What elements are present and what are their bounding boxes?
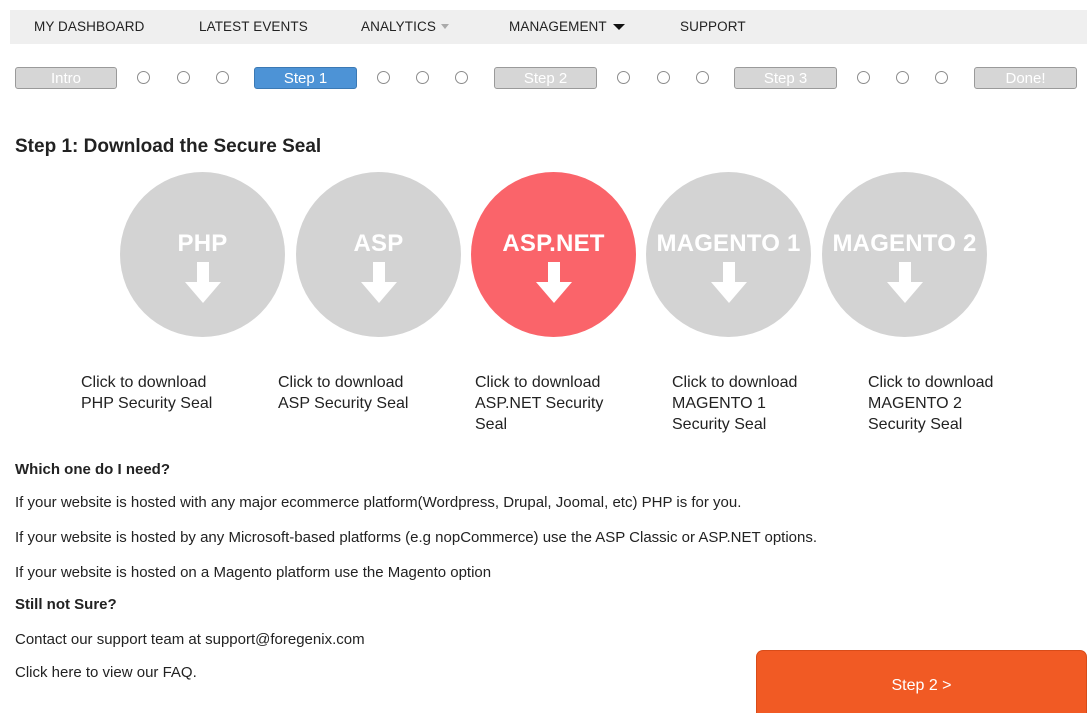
faq-suffix: to view our FAQ.: [81, 664, 197, 681]
download-asp-link[interactable]: Click to download ASP Security Seal: [278, 372, 438, 414]
faq-here-link[interactable]: here: [52, 664, 82, 681]
download-magento-2-link[interactable]: Click to download MAGENTO 2 Security Sea…: [868, 372, 1018, 435]
info-magento-line: If your website is hosted on a Magento p…: [15, 564, 492, 581]
seal-magento-1[interactable]: MAGENTO 1: [646, 172, 811, 337]
top-nav: MY DASHBOARD LATEST EVENTS ANALYTICS MAN…: [10, 10, 1087, 44]
arrow-down-icon: [360, 262, 397, 303]
nav-support[interactable]: SUPPORT: [680, 19, 746, 34]
not-sure-heading: Still not Sure?: [15, 596, 117, 613]
support-email-link[interactable]: support@foregenix.com: [205, 631, 364, 648]
arrow-down-icon: [886, 262, 923, 303]
progress-dot: [857, 71, 870, 84]
seal-label: PHP: [177, 230, 228, 257]
progress-dot: [455, 71, 468, 84]
caret-down-icon: [612, 24, 625, 30]
seal-aspnet[interactable]: ASP.NET: [471, 172, 636, 337]
seal-asp[interactable]: ASP: [296, 172, 461, 337]
caret-down-icon: [440, 24, 449, 29]
nav-management[interactable]: MANAGEMENT: [509, 19, 625, 34]
step-3[interactable]: Step 3: [734, 67, 837, 89]
page-title: Step 1: Download the Secure Seal: [15, 136, 322, 157]
contact-prefix: Contact our support team at: [15, 631, 206, 648]
seal-label: ASP.NET: [502, 230, 605, 257]
arrow-down-icon: [710, 262, 747, 303]
next-step-button[interactable]: Step 2 >: [756, 650, 1087, 713]
arrow-down-icon: [535, 262, 572, 303]
which-one-heading: Which one do I need?: [15, 461, 170, 478]
progress-dot: [137, 71, 150, 84]
progress-dot: [416, 71, 429, 84]
progress-dot: [696, 71, 709, 84]
nav-management-label: MANAGEMENT: [509, 19, 607, 34]
nav-latest-events[interactable]: LATEST EVENTS: [199, 19, 308, 34]
seal-label: ASP: [353, 230, 404, 257]
seal-magento-2[interactable]: MAGENTO 2: [822, 172, 987, 337]
info-asp-line: If your website is hosted by any Microso…: [15, 529, 818, 546]
seal-label: MAGENTO 1: [656, 230, 801, 257]
step-done[interactable]: Done!: [974, 67, 1077, 89]
download-php-link[interactable]: Click to download PHP Security Seal: [81, 372, 241, 414]
progress-dot: [377, 71, 390, 84]
seal-label: MAGENTO 2: [832, 230, 977, 257]
progress-dot: [935, 71, 948, 84]
arrow-down-icon: [184, 262, 221, 303]
info-php-line: If your website is hosted with any major…: [15, 494, 742, 511]
page: MY DASHBOARD LATEST EVENTS ANALYTICS MAN…: [0, 0, 1087, 713]
download-magento-1-link[interactable]: Click to download MAGENTO 1 Security Sea…: [672, 372, 822, 435]
contact-line: Contact our support team at support@fore…: [15, 631, 365, 648]
progress-dot: [657, 71, 670, 84]
progress-dot: [896, 71, 909, 84]
progress-dot: [617, 71, 630, 84]
progress-dot: [177, 71, 190, 84]
nav-analytics-label: ANALYTICS: [361, 19, 436, 34]
download-aspnet-link[interactable]: Click to download ASP.NET Security Seal: [475, 372, 630, 435]
nav-my-dashboard[interactable]: MY DASHBOARD: [34, 19, 144, 34]
step-1[interactable]: Step 1: [254, 67, 357, 89]
progress-dot: [216, 71, 229, 84]
step-2[interactable]: Step 2: [494, 67, 597, 89]
faq-line: Click here to view our FAQ.: [15, 664, 197, 681]
faq-prefix: Click: [15, 664, 52, 681]
seal-php[interactable]: PHP: [120, 172, 285, 337]
step-intro[interactable]: Intro: [15, 67, 117, 89]
nav-analytics[interactable]: ANALYTICS: [361, 19, 449, 34]
